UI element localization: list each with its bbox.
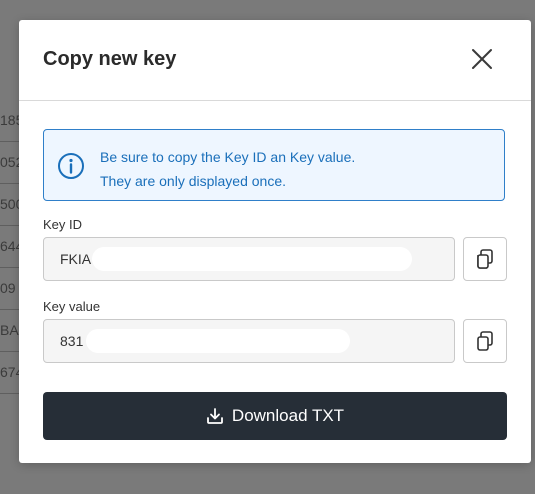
redaction-mask: [92, 247, 412, 271]
modal-title: Copy new key: [43, 48, 177, 70]
key-value-label: Key value: [43, 299, 101, 314]
key-id-value: FKIA: [60, 251, 92, 267]
info-alert: Be sure to copy the Key ID an Key value.…: [43, 129, 505, 201]
info-icon: [58, 153, 84, 179]
close-icon: [472, 49, 492, 69]
copy-icon: [477, 331, 493, 351]
copy-key-id-button[interactable]: [463, 237, 507, 281]
modal-header: Copy new key: [19, 20, 531, 101]
download-icon: [206, 407, 224, 425]
key-id-field[interactable]: FKIA: [43, 237, 455, 281]
info-message: Be sure to copy the Key ID an Key value.…: [100, 145, 355, 193]
key-value-value: 831: [60, 333, 84, 349]
close-button[interactable]: [467, 44, 497, 74]
redaction-mask: [86, 329, 350, 353]
key-id-label: Key ID: [43, 217, 83, 232]
copy-icon: [477, 249, 493, 269]
download-label: Download TXT: [231, 406, 345, 425]
copy-key-modal: Copy new key Be sure to copy the Key ID …: [19, 20, 531, 463]
table-cell: 09: [0, 280, 16, 296]
info-line-1: Be sure to copy the Key ID an Key value.: [100, 149, 356, 165]
copy-key-value-button[interactable]: [463, 319, 507, 363]
info-line-2: They are only displayed once.: [100, 173, 286, 189]
download-txt-button[interactable]: Download TXT: [43, 392, 507, 440]
key-value-field[interactable]: 831: [43, 319, 455, 363]
